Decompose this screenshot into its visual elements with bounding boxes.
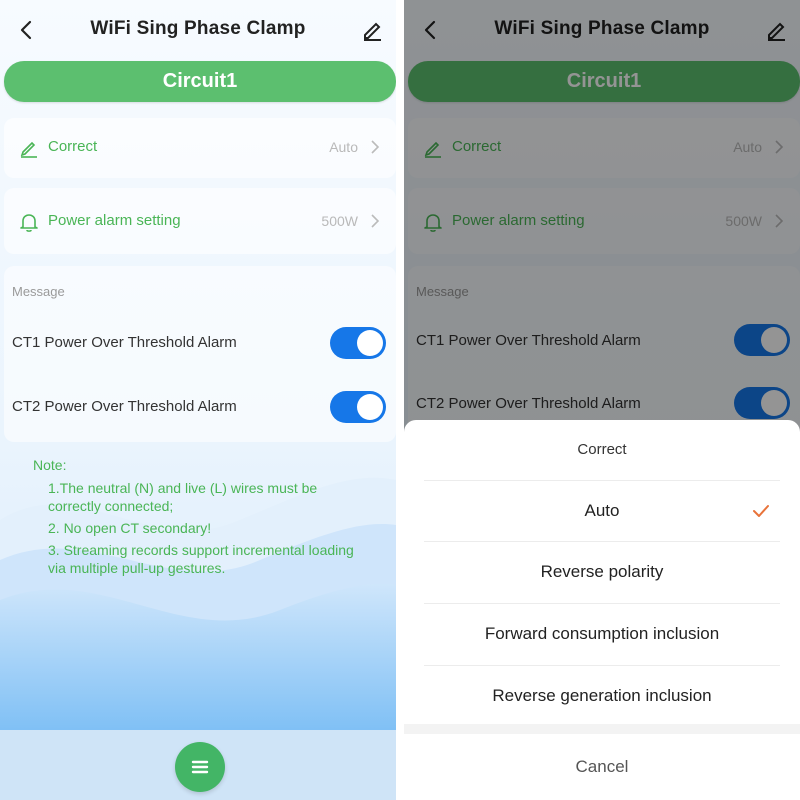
edit-icon[interactable]	[360, 18, 384, 42]
sheet-title: Correct	[577, 441, 627, 458]
chevron-right-icon	[371, 214, 380, 228]
message-section-label: Message	[12, 284, 65, 299]
bell-icon	[20, 214, 38, 232]
correct-label: Correct	[48, 138, 98, 155]
ct1-alarm-toggle[interactable]	[330, 327, 386, 359]
page-title: WiFi Sing Phase Clamp	[90, 18, 306, 39]
ct1-alarm-label: CT1 Power Over Threshold Alarm	[12, 334, 237, 351]
power-alarm-row[interactable]: Power alarm setting 500W	[4, 201, 396, 241]
correct-sheet-screen: WiFi Sing Phase Clamp Circuit1 Correct A…	[404, 0, 800, 800]
note-item: 3. Streaming records support incremental…	[48, 542, 354, 576]
note-item: 2. No open CT secondary!	[48, 520, 212, 536]
settings-screen: WiFi Sing Phase Clamp Circuit1 Correct A…	[0, 0, 396, 800]
correct-bottom-sheet: Correct Auto Reverse polarity Forward co…	[404, 420, 800, 800]
checkmark-icon	[753, 505, 769, 517]
pencil-icon	[20, 141, 37, 158]
sheet-gap	[404, 724, 800, 734]
power-alarm-card: Power alarm setting 500W	[4, 188, 396, 254]
ct2-alarm-toggle[interactable]	[330, 391, 386, 423]
correct-card: Correct Auto	[4, 118, 396, 178]
cancel-button[interactable]: Cancel	[404, 734, 800, 800]
option-forward-consumption-inclusion[interactable]: Forward consumption inclusion	[404, 604, 800, 664]
notes-title: Note:	[33, 457, 67, 473]
circuit-name-button[interactable]: Circuit1	[4, 61, 396, 102]
chevron-right-icon	[371, 140, 380, 154]
header-bar: WiFi Sing Phase Clamp	[0, 0, 396, 60]
ct2-alarm-label: CT2 Power Over Threshold Alarm	[12, 398, 237, 415]
menu-fab-button[interactable]	[175, 742, 225, 792]
note-item: 1.The neutral (N) and live (L) wires mus…	[48, 480, 318, 514]
option-auto[interactable]: Auto	[404, 481, 800, 541]
toggle-knob	[357, 330, 383, 356]
correct-row[interactable]: Correct Auto	[4, 127, 396, 167]
option-reverse-polarity[interactable]: Reverse polarity	[404, 542, 800, 602]
power-alarm-label: Power alarm setting	[48, 212, 181, 229]
menu-icon	[191, 760, 209, 774]
toggle-knob	[357, 394, 383, 420]
notes-block: Note: 1.The neutral (N) and live (L) wir…	[33, 456, 363, 581]
power-alarm-value: 500W	[321, 213, 358, 229]
option-reverse-generation-inclusion[interactable]: Reverse generation inclusion	[404, 666, 800, 726]
correct-value: Auto	[329, 139, 358, 155]
